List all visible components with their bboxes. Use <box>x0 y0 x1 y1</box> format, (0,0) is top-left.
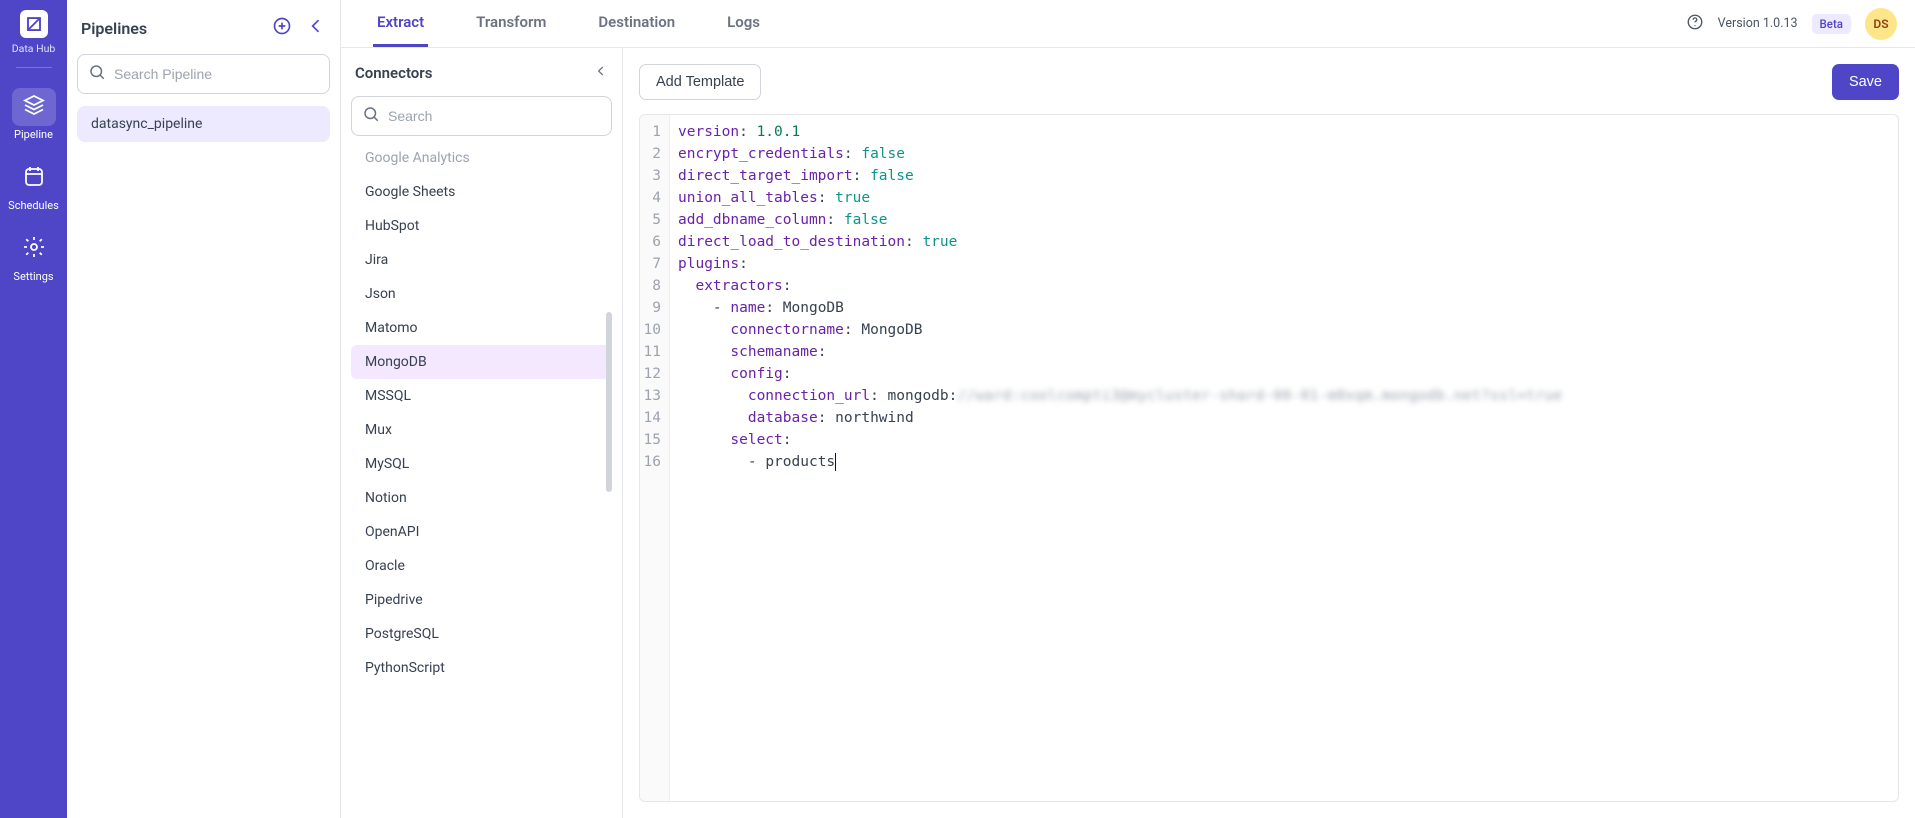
connectors-title: Connectors <box>355 64 432 82</box>
calendar-icon <box>22 164 46 192</box>
gear-icon <box>22 235 46 263</box>
connector-item[interactable]: Jira <box>351 243 612 277</box>
connector-item[interactable]: MySQL <box>351 447 612 481</box>
connector-item[interactable]: HubSpot <box>351 209 612 243</box>
connector-item[interactable]: MongoDB <box>351 345 612 379</box>
pipelines-title: Pipelines <box>81 19 147 38</box>
connector-item[interactable]: Notion <box>351 481 612 515</box>
connector-item[interactable]: Matomo <box>351 311 612 345</box>
chevron-left-icon[interactable] <box>306 16 326 40</box>
connector-item[interactable]: Pipedrive <box>351 583 612 617</box>
connector-item[interactable]: Mux <box>351 413 612 447</box>
code-line[interactable]: - products <box>678 451 1890 473</box>
connectors-search-input[interactable] <box>388 108 601 124</box>
nav-rail: Data Hub Pipeline Schedules Settings <box>0 0 67 818</box>
connector-item[interactable]: Google Analytics <box>351 148 612 175</box>
tab-logs[interactable]: Logs <box>723 0 764 47</box>
code-content[interactable]: version: 1.0.1encrypt_credentials: false… <box>670 115 1898 801</box>
connector-item[interactable]: PythonScript <box>351 651 612 685</box>
tab-extract[interactable]: Extract <box>373 0 428 47</box>
code-line[interactable]: extractors: <box>678 275 1890 297</box>
code-line[interactable]: schemaname: <box>678 341 1890 363</box>
code-line[interactable]: add_dbname_column: false <box>678 209 1890 231</box>
code-line[interactable]: - name: MongoDB <box>678 297 1890 319</box>
nav-pipeline[interactable]: Pipeline <box>0 80 67 151</box>
code-line[interactable]: connection_url: mongodb://ward:coolcompt… <box>678 385 1890 407</box>
connector-item[interactable]: PostgreSQL <box>351 617 612 651</box>
main-area: Extract Transform Destination Logs Versi… <box>341 0 1915 818</box>
version-label: Version 1.0.13 <box>1718 16 1798 31</box>
rail-divider <box>16 67 52 68</box>
code-editor[interactable]: 12345678910111213141516 version: 1.0.1en… <box>639 114 1899 802</box>
pipelines-panel: Pipelines datasync_pipeline <box>67 0 341 818</box>
search-icon <box>362 105 380 127</box>
help-icon[interactable] <box>1686 13 1704 35</box>
topbar: Extract Transform Destination Logs Versi… <box>341 0 1915 48</box>
connectors-scrollbar[interactable] <box>606 172 612 592</box>
code-line[interactable]: connectorname: MongoDB <box>678 319 1890 341</box>
connectors-list: Google AnalyticsGoogle SheetsHubSpotJira… <box>351 148 612 685</box>
code-line[interactable]: direct_load_to_destination: true <box>678 231 1890 253</box>
pipeline-search-input[interactable] <box>114 66 319 82</box>
connector-item[interactable]: Oracle <box>351 549 612 583</box>
tab-transform[interactable]: Transform <box>472 0 550 47</box>
editor-area: Add Template Save 1234567891011121314151… <box>623 48 1915 818</box>
add-template-button[interactable]: Add Template <box>639 64 761 100</box>
code-line[interactable]: direct_target_import: false <box>678 165 1890 187</box>
code-line[interactable]: version: 1.0.1 <box>678 121 1890 143</box>
save-button[interactable]: Save <box>1832 64 1899 100</box>
nav-settings[interactable]: Settings <box>0 222 67 293</box>
code-line[interactable]: database: northwind <box>678 407 1890 429</box>
tab-destination[interactable]: Destination <box>594 0 679 47</box>
line-gutter: 12345678910111213141516 <box>640 115 670 801</box>
code-line[interactable]: encrypt_credentials: false <box>678 143 1890 165</box>
connectors-scroll-thumb[interactable] <box>606 312 612 492</box>
pipeline-item[interactable]: datasync_pipeline <box>77 106 330 142</box>
code-line[interactable]: config: <box>678 363 1890 385</box>
code-line[interactable]: select: <box>678 429 1890 451</box>
user-avatar[interactable]: DS <box>1865 8 1897 40</box>
connector-item[interactable]: OpenAPI <box>351 515 612 549</box>
text-cursor <box>835 453 836 471</box>
connectors-search[interactable] <box>351 96 612 136</box>
nav-schedules-label: Schedules <box>8 199 59 212</box>
connector-item[interactable]: MSSQL <box>351 379 612 413</box>
plus-circle-icon[interactable] <box>272 16 292 40</box>
tabs: Extract Transform Destination Logs <box>359 0 764 47</box>
connectors-panel: Connectors Google AnalyticsGoogle Sheets… <box>341 48 623 818</box>
pipeline-search[interactable] <box>77 54 330 94</box>
nav-settings-label: Settings <box>13 270 53 283</box>
connector-item[interactable]: Json <box>351 277 612 311</box>
code-line[interactable]: union_all_tables: true <box>678 187 1890 209</box>
connectors-collapse-icon[interactable] <box>594 64 608 82</box>
layers-icon <box>22 93 46 121</box>
app-logo[interactable] <box>20 10 48 38</box>
app-name: Data Hub <box>12 42 56 55</box>
connector-item[interactable]: Google Sheets <box>351 175 612 209</box>
code-line[interactable]: plugins: <box>678 253 1890 275</box>
nav-pipeline-label: Pipeline <box>14 128 53 141</box>
nav-schedules[interactable]: Schedules <box>0 151 67 222</box>
beta-badge: Beta <box>1812 14 1851 34</box>
search-icon <box>88 63 106 85</box>
